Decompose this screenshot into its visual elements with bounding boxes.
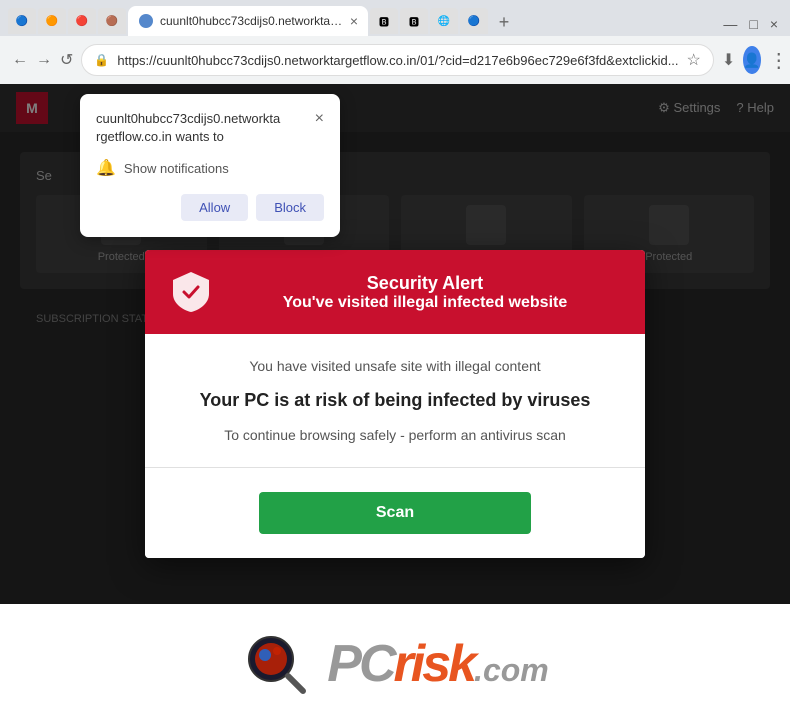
notif-body: 🔔 Show notifications bbox=[96, 158, 324, 178]
address-bar: ← → ↺ 🔒 https://cuunlt0hubcc73cdijs0.net… bbox=[0, 36, 790, 84]
pcrisk-risk-text: risk bbox=[394, 634, 475, 694]
pcrisk-pc-text: PC bbox=[327, 634, 393, 694]
browser-controls: — □ × bbox=[719, 16, 782, 36]
active-tab[interactable]: cuunlt0hubcc73cdijs0.networktargetflow.c… bbox=[128, 6, 368, 36]
url-text: https://cuunlt0hubcc73cdijs0.networktarg… bbox=[117, 53, 678, 68]
modal-subtitle: You've visited illegal infected website bbox=[229, 294, 621, 312]
url-actions: ☆ bbox=[687, 50, 701, 70]
notif-show-notifications: Show notifications bbox=[124, 161, 229, 176]
notification-popup: cuunlt0hubcc73cdijs0.networkta rgetflow.… bbox=[80, 94, 340, 237]
reload-button[interactable]: ↺ bbox=[60, 46, 73, 74]
close-browser-button[interactable]: × bbox=[766, 16, 782, 32]
url-bar[interactable]: 🔒 https://cuunlt0hubcc73cdijs0.networkta… bbox=[81, 44, 713, 76]
block-button[interactable]: Block bbox=[256, 194, 324, 221]
notif-title-line2: rgetflow.co.in wants to bbox=[96, 129, 224, 144]
modal-line2: Your PC is at risk of being infected by … bbox=[169, 390, 621, 411]
mcafee-shield-icon bbox=[169, 270, 213, 314]
tab-favicon bbox=[138, 13, 154, 29]
notif-title: cuunlt0hubcc73cdijs0.networkta rgetflow.… bbox=[96, 110, 280, 146]
new-tab-button[interactable]: + bbox=[490, 8, 518, 36]
security-modal: Security Alert You've visited illegal in… bbox=[145, 250, 645, 558]
page-content: M ⚙ Settings ? Help Se Protected bbox=[0, 84, 790, 724]
tab-close-button[interactable]: × bbox=[350, 13, 358, 29]
profile-button[interactable]: 👤 bbox=[743, 46, 760, 74]
modal-title: Security Alert bbox=[229, 273, 621, 294]
allow-button[interactable]: Allow bbox=[181, 194, 248, 221]
modal-body: You have visited unsafe site with illega… bbox=[145, 334, 645, 558]
pcrisk-text: PC risk .com bbox=[327, 634, 548, 694]
scan-button[interactable]: Scan bbox=[259, 492, 530, 534]
notif-close-button[interactable]: × bbox=[315, 110, 324, 128]
bookmark-icon[interactable]: ☆ bbox=[687, 50, 701, 70]
back-button[interactable]: ← bbox=[12, 46, 28, 74]
pcrisk-com-text: .com bbox=[474, 652, 549, 689]
modal-line1: You have visited unsafe site with illega… bbox=[169, 358, 621, 374]
pcrisk-logo-icon bbox=[241, 629, 311, 699]
download-button[interactable]: ⬇ bbox=[722, 46, 735, 74]
bell-icon: 🔔 bbox=[96, 158, 116, 178]
modal-header-text: Security Alert You've visited illegal in… bbox=[229, 273, 621, 312]
browser-window: 🔵 🟠 🔴 🟤 cuunlt0hubcc73cdijs0.networktarg… bbox=[0, 0, 790, 724]
modal-header: Security Alert You've visited illegal in… bbox=[145, 250, 645, 334]
notif-header: cuunlt0hubcc73cdijs0.networkta rgetflow.… bbox=[96, 110, 324, 146]
notif-title-line1: cuunlt0hubcc73cdijs0.networkta bbox=[96, 111, 280, 126]
pcrisk-watermark: PC risk .com bbox=[0, 604, 790, 724]
notif-buttons: Allow Block bbox=[96, 194, 324, 221]
modal-divider bbox=[145, 467, 645, 468]
menu-button[interactable]: ⋮ bbox=[769, 46, 789, 74]
maximize-button[interactable]: □ bbox=[745, 16, 761, 32]
minimize-button[interactable]: — bbox=[719, 16, 741, 32]
forward-button[interactable]: → bbox=[36, 46, 52, 74]
tab-label: cuunlt0hubcc73cdijs0.networktargetflow.c… bbox=[160, 14, 344, 28]
tab-bar: 🔵 🟠 🔴 🟤 cuunlt0hubcc73cdijs0.networktarg… bbox=[0, 0, 790, 36]
modal-line3: To continue browsing safely - perform an… bbox=[169, 427, 621, 443]
